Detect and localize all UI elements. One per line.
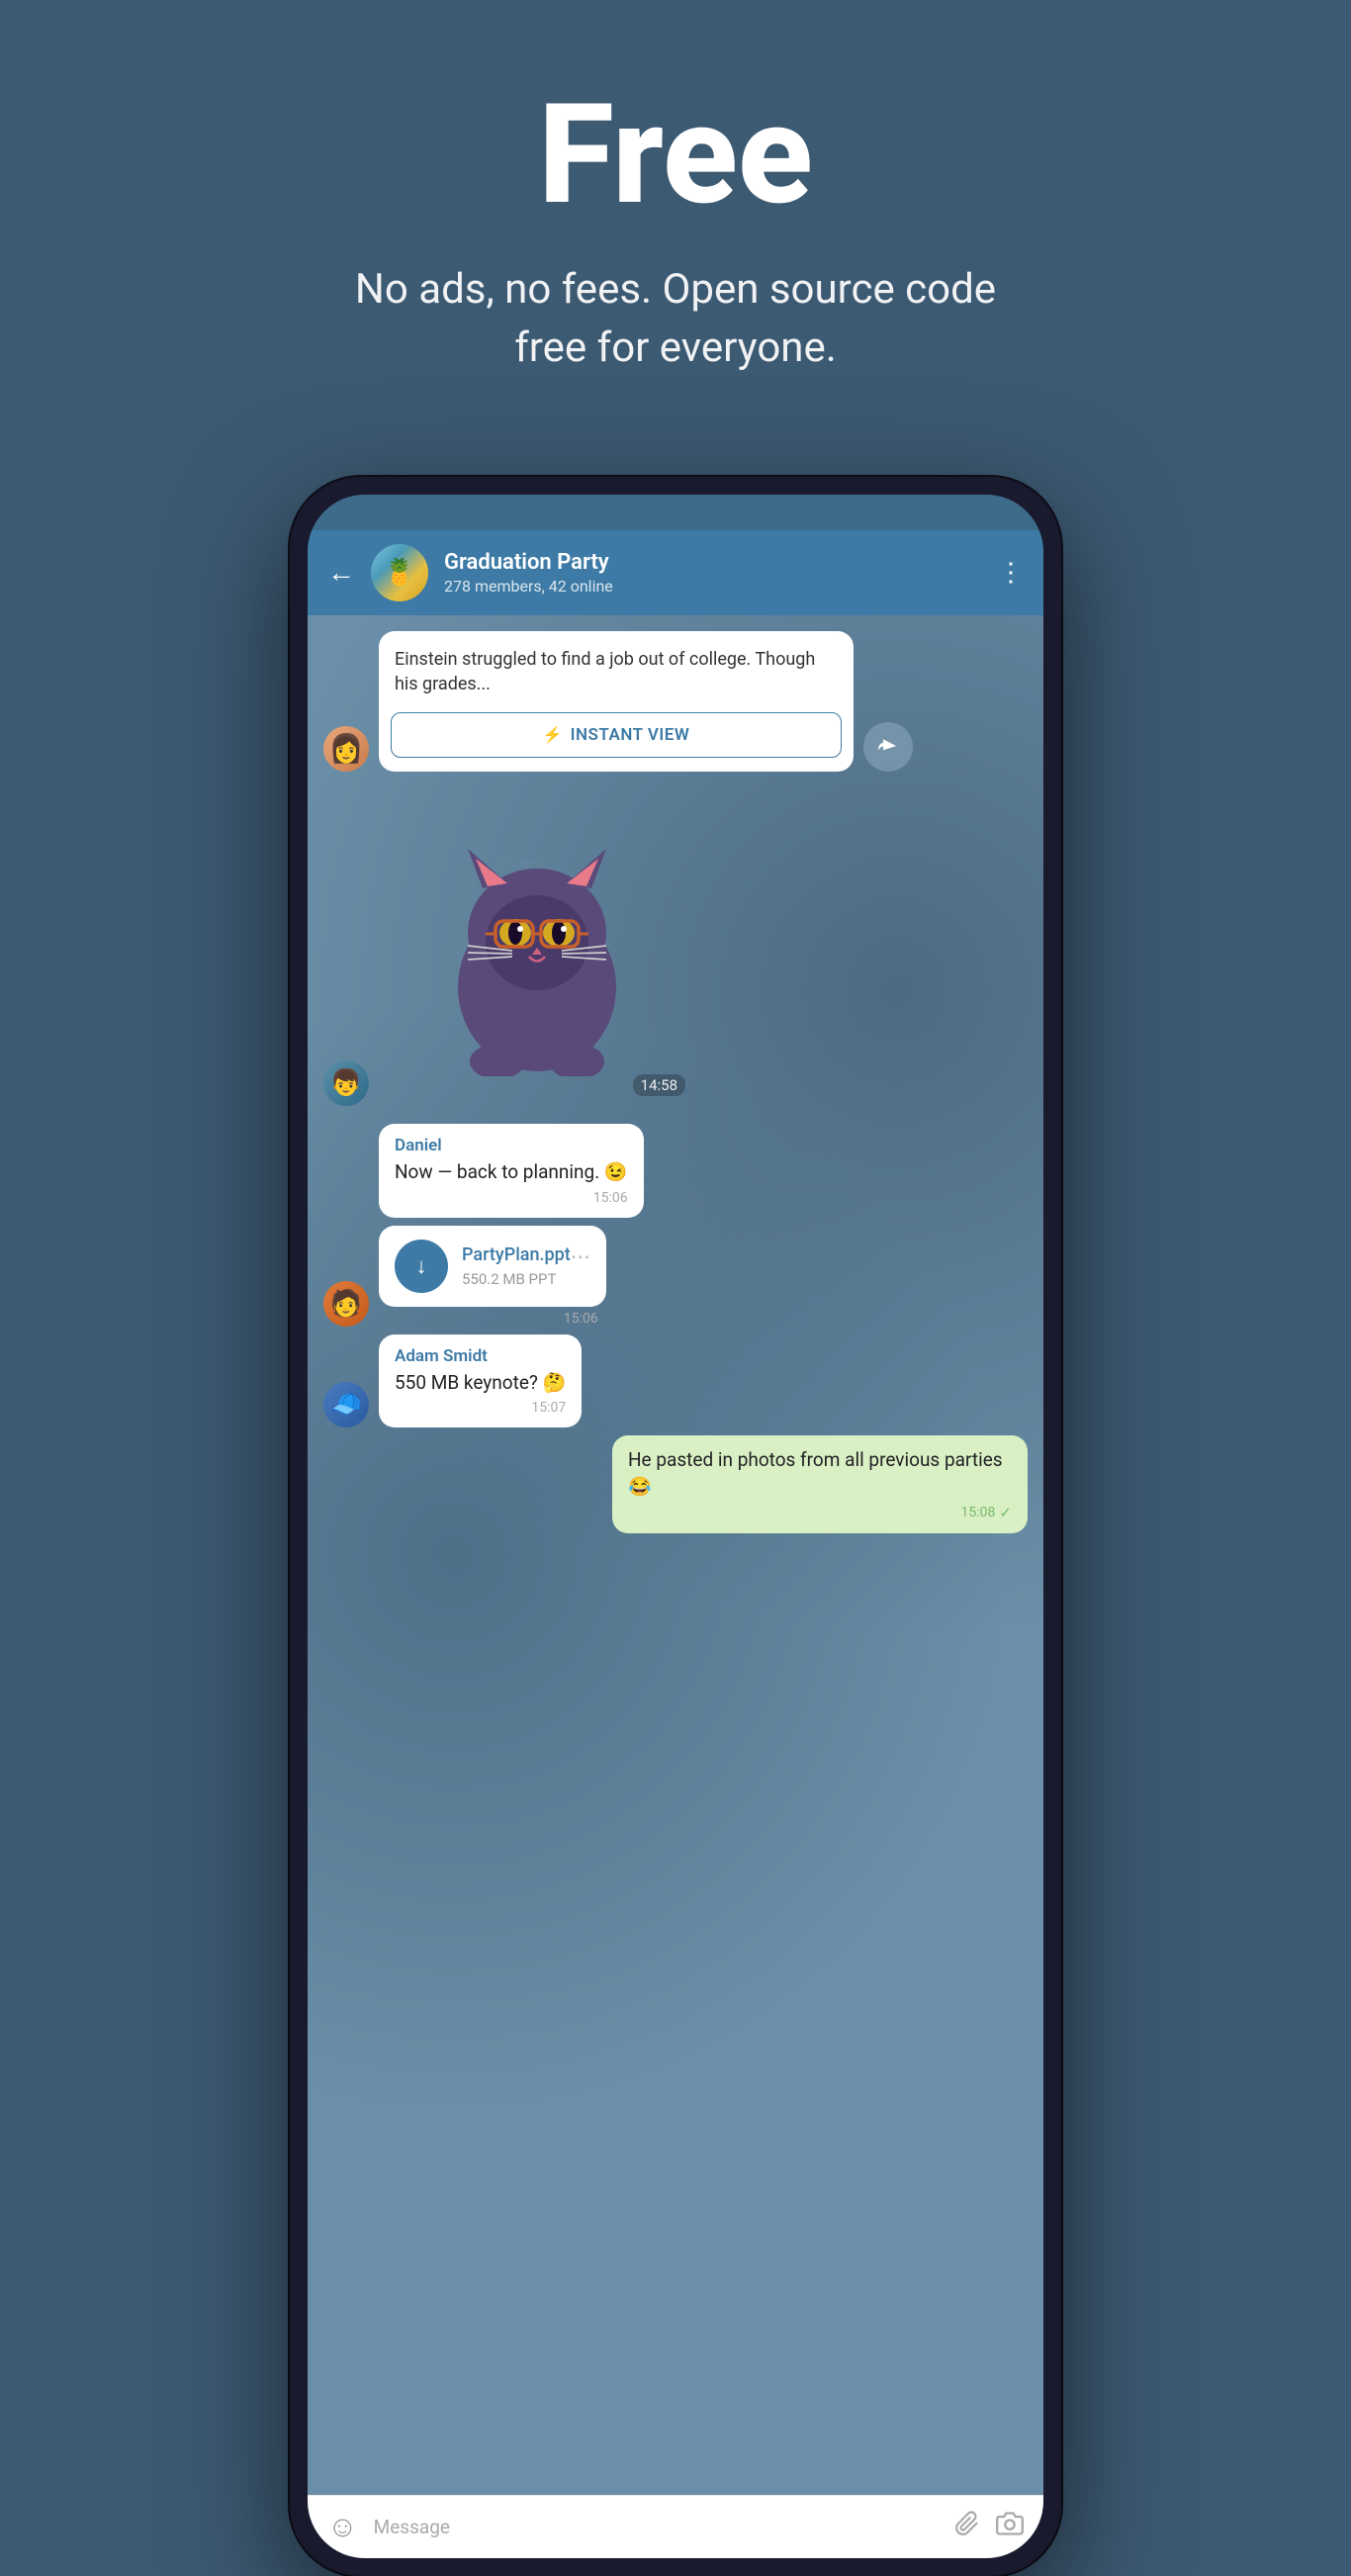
file-bubble: ↓ PartyPlan.ppt ⋯ 550.2 MB PPT <box>379 1226 606 1307</box>
share-button[interactable] <box>863 722 913 772</box>
message-row-adam: 🧢 Adam Smidt 550 MB keynote? 🤔 15:07 <box>323 1334 1028 1428</box>
chat-name: Graduation Party <box>444 550 982 575</box>
camera-button[interactable] <box>996 2510 1024 2544</box>
message-row-sticker: 👦 t = πr² A = ... V = l³ P = 2πr A = πr²… <box>323 789 1028 1106</box>
sticker-message: t = πr² A = ... V = l³ P = 2πr A = πr² s… <box>379 789 695 1106</box>
chat-header: ← 🍍 Graduation Party 278 members, 42 onl… <box>308 530 1043 615</box>
bubble-adam: Adam Smidt 550 MB keynote? 🤔 15:07 <box>379 1334 582 1428</box>
chat-info: Graduation Party 278 members, 42 online <box>444 550 982 596</box>
sticker-time: 14:58 <box>633 1074 685 1096</box>
cat-sticker <box>379 789 695 1106</box>
chat-meta: 278 members, 42 online <box>444 577 982 596</box>
avatar-man2: 🧑 <box>323 1281 369 1327</box>
input-bar: ☺ Message <box>308 2495 1043 2558</box>
adam-text: 550 MB keynote? 🤔 <box>395 1370 566 1397</box>
adam-time: 15:07 <box>395 1400 566 1416</box>
file-name: PartyPlan.ppt <box>462 1244 571 1265</box>
file-header: PartyPlan.ppt ⋯ <box>462 1244 590 1268</box>
avatar-woman: 👩 <box>323 726 369 772</box>
daniel-time: 15:06 <box>395 1190 628 1206</box>
lightning-icon: ⚡ <box>543 725 563 744</box>
status-bar <box>308 495 1043 530</box>
instant-view-button[interactable]: ⚡ INSTANT VIEW <box>391 712 842 758</box>
outgoing-time: 15:08 ✓ <box>628 1504 1012 1521</box>
avatar-man3: 🧢 <box>323 1382 369 1427</box>
more-options-button[interactable]: ⋮ <box>998 558 1024 588</box>
hero-subtitle: No ads, no fees. Open source code free f… <box>329 261 1022 378</box>
adam-sender: Adam Smidt <box>395 1346 566 1366</box>
hero-section: Free No ads, no fees. Open source code f… <box>0 0 1351 437</box>
attach-button[interactable] <box>954 2511 980 2543</box>
daniel-sender: Daniel <box>395 1136 628 1155</box>
file-download-button[interactable]: ↓ <box>395 1240 448 1293</box>
message-row-file: 🧑 ↓ PartyPlan.ppt ⋯ <box>323 1226 1028 1327</box>
phone-outer: ← 🍍 Graduation Party 278 members, 42 onl… <box>290 477 1061 2576</box>
article-text: Einstein struggled to find a job out of … <box>379 631 854 704</box>
checkmark-icon: ✓ <box>999 1504 1012 1521</box>
phone-screen: ← 🍍 Graduation Party 278 members, 42 onl… <box>308 495 1043 2558</box>
message-row-article: 👩 Einstein struggled to find a job out o… <box>323 631 1028 772</box>
message-row-outgoing: He pasted in photos from all previous pa… <box>323 1435 1028 1533</box>
file-meta: 550.2 MB PPT <box>462 1270 590 1288</box>
avatar-man1: 👦 <box>323 1060 369 1106</box>
hero-title: Free <box>40 79 1311 231</box>
message-input-placeholder[interactable]: Message <box>374 2516 939 2538</box>
bubble-outgoing: He pasted in photos from all previous pa… <box>612 1435 1028 1533</box>
message-row-daniel: Daniel Now — back to planning. 😉 15:06 <box>323 1124 1028 1218</box>
back-button[interactable]: ← <box>327 556 355 589</box>
chat-avatar: 🍍 <box>371 544 428 601</box>
file-time: 15:06 <box>379 1307 606 1327</box>
emoji-button[interactable]: ☺ <box>327 2510 358 2544</box>
chat-area: 👩 Einstein struggled to find a job out o… <box>308 615 1043 2495</box>
daniel-text: Now — back to planning. 😉 <box>395 1159 628 1186</box>
file-menu-button[interactable]: ⋯ <box>571 1244 590 1268</box>
instant-view-label: INSTANT VIEW <box>571 725 690 745</box>
outgoing-text: He pasted in photos from all previous pa… <box>628 1447 1012 1500</box>
bubble-daniel: Daniel Now — back to planning. 😉 15:06 <box>379 1124 644 1218</box>
phone-wrapper: ← 🍍 Graduation Party 278 members, 42 onl… <box>290 477 1061 2576</box>
file-info: PartyPlan.ppt ⋯ 550.2 MB PPT <box>462 1244 590 1288</box>
article-card: Einstein struggled to find a job out of … <box>379 631 854 772</box>
